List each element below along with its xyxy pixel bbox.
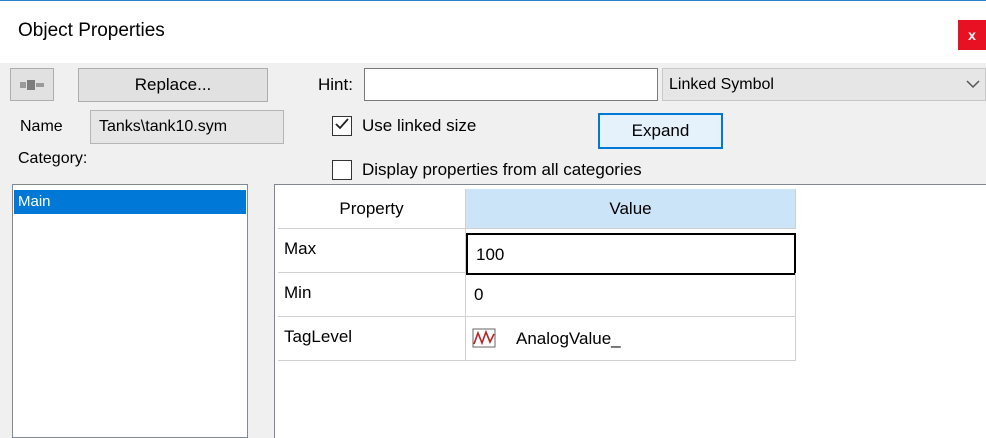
- name-field: Tanks\tank10.sym: [90, 110, 284, 144]
- property-name-taglevel[interactable]: TagLevel: [278, 317, 466, 361]
- category-list[interactable]: [12, 184, 248, 438]
- chevron-down-icon[interactable]: [960, 68, 986, 101]
- hint-label: Hint:: [318, 75, 353, 94]
- property-name-min[interactable]: Min: [278, 273, 466, 317]
- property-name-max[interactable]: Max: [278, 229, 466, 273]
- display-all-categories-label[interactable]: Display properties from all categories: [362, 160, 642, 180]
- column-header-property[interactable]: Property: [278, 189, 466, 229]
- property-value-min[interactable]: 0: [466, 273, 796, 317]
- plug-icon: [20, 79, 44, 90]
- analog-tag-icon: [472, 328, 496, 348]
- close-button[interactable]: x: [958, 20, 986, 50]
- link-icon[interactable]: [10, 68, 54, 101]
- category-label: Category:: [18, 150, 88, 167]
- checkmark-icon: [332, 114, 352, 134]
- hint-input[interactable]: [364, 68, 658, 101]
- property-value-taglevel: AnalogValue_: [516, 329, 621, 348]
- property-value-max-input[interactable]: 100: [466, 233, 796, 275]
- column-header-value[interactable]: Value: [466, 189, 796, 229]
- window-title: Object Properties: [18, 20, 165, 41]
- display-all-categories-checkbox[interactable]: [332, 160, 352, 180]
- use-linked-size-label[interactable]: Use linked size: [362, 116, 476, 136]
- name-label: Name: [20, 118, 63, 135]
- replace-button[interactable]: Replace...: [78, 68, 268, 102]
- category-item-main[interactable]: Main: [14, 190, 246, 214]
- expand-button[interactable]: Expand: [598, 113, 723, 149]
- symbol-type-select[interactable]: Linked Symbol: [662, 68, 986, 101]
